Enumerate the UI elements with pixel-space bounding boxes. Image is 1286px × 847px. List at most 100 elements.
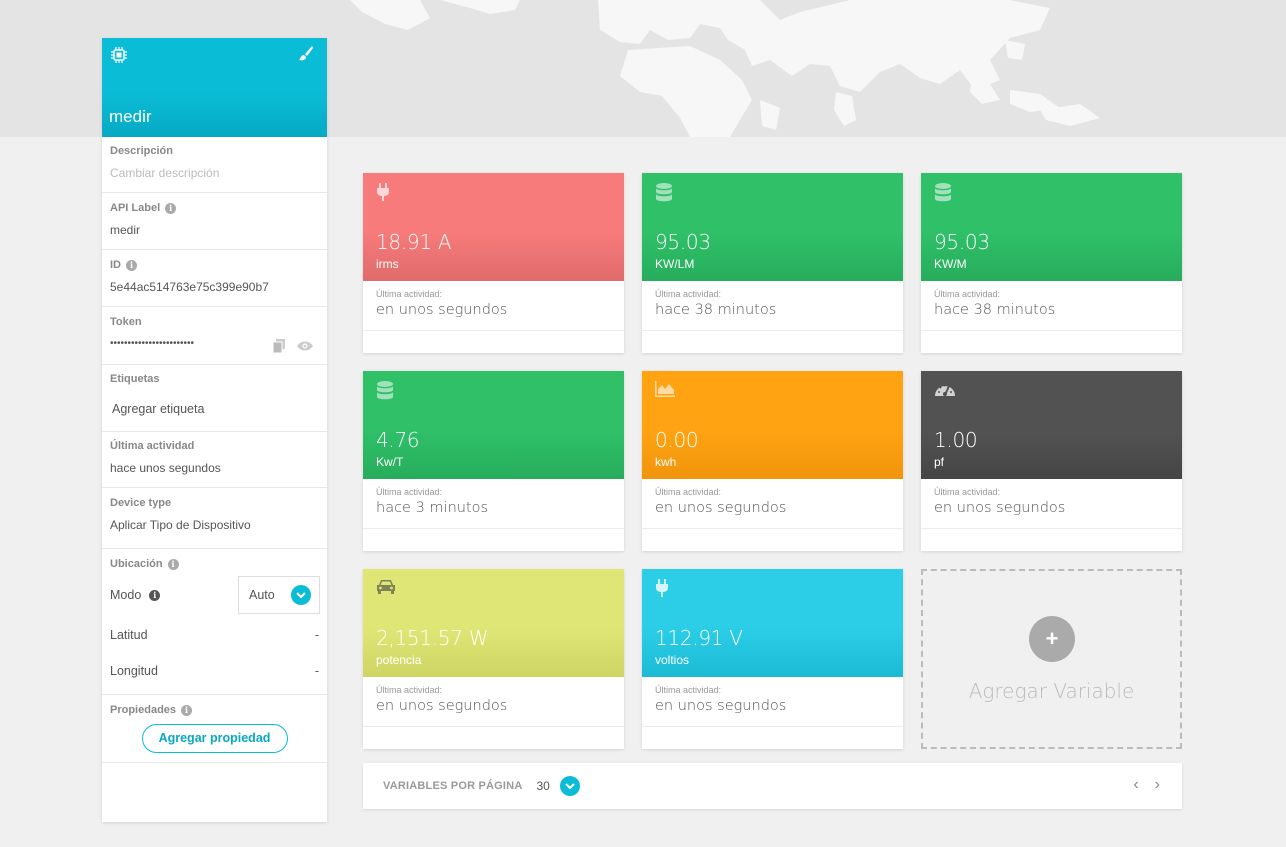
variable-card[interactable]: 1.00 pf Última actividad: en unos segund… [921,371,1182,551]
eye-icon[interactable] [297,341,313,351]
add-property-button[interactable]: Agregar propiedad [141,724,288,753]
last-activity-label: Última actividad [110,440,195,452]
variable-card[interactable]: 2,151.57 W potencia Última actividad: en… [363,569,624,749]
last-activity-value: en unos segundos [655,500,787,516]
device-type-field: Device type Aplicar Tipo de Dispositivo [102,488,327,549]
longitude-value: - [314,664,319,678]
add-variable-label: Agregar Variable [968,679,1135,703]
last-activity-label: Última actividad: [934,289,1001,299]
last-activity-value: hace unos segundos [110,461,221,475]
variable-value: 112.91 V [655,626,743,650]
info-icon[interactable]: i [126,259,137,271]
plug-icon [377,183,389,201]
tags-label: Etiquetas [110,373,160,385]
copy-icon[interactable] [273,339,285,353]
api-label-field: API Label i medir [102,193,327,250]
info-icon[interactable]: i [167,558,179,570]
location-field: Ubicación i Modo i Auto Latitud - Longitu… [102,549,327,695]
last-activity-value: en unos segundos [934,500,1066,516]
area-chart-icon [655,381,675,397]
variable-card[interactable]: 0.00 kwh Última actividad: en unos segun… [642,371,903,551]
id-value: 5e44ac514763e75c399e90b7 [110,280,269,294]
add-tag-input[interactable]: Agregar etiqueta [110,402,319,416]
plus-icon[interactable]: + [1029,616,1075,662]
last-activity-value: en unos segundos [376,698,508,714]
database-icon [656,183,672,202]
gauge-icon [935,384,955,396]
info-icon[interactable]: i [165,202,177,214]
variable-card[interactable]: 95.03 KW/M Última actividad: hace 38 min… [921,173,1182,353]
last-activity-value: en unos segundos [655,698,787,714]
prev-page-button[interactable]: ‹ [1133,776,1138,794]
variable-card[interactable]: 112.91 V voltios Última actividad: en un… [642,569,903,749]
last-activity-label: Última actividad: [934,487,1001,497]
tags-field: Etiquetas Agregar etiqueta [102,365,327,432]
database-icon [377,381,393,400]
variable-name: irms [376,257,399,271]
api-label-value[interactable]: medir [110,223,319,237]
token-label: Token [110,316,142,328]
variable-value: 18.91 A [376,230,452,254]
device-header: medir [102,38,327,137]
car-icon [377,580,395,594]
variable-value: 4.76 [376,428,420,452]
mode-select[interactable]: Auto [238,576,320,614]
variable-name: voltios [655,653,690,667]
device-sidebar: medir Descripción Cambiar descripción AP… [102,38,327,822]
api-label-label: API Label [110,202,161,214]
mode-label: Modo [110,588,142,602]
chevron-down-icon[interactable] [559,776,580,796]
per-page-label: VARIABLES POR PÁGINA [383,780,523,792]
variable-card[interactable]: 95.03 KW/LM Última actividad: hace 38 mi… [642,173,903,353]
variable-card[interactable]: 18.91 A irms Última actividad: en unos s… [363,173,624,353]
location-label: Ubicación [110,558,163,570]
description-input[interactable]: Cambiar descripción [110,166,319,180]
variable-name: KW/LM [655,257,695,271]
next-page-button[interactable]: › [1155,776,1160,794]
apply-device-type-link[interactable]: Aplicar Tipo de Dispositivo [110,518,319,532]
variable-value: 0.00 [655,428,699,452]
latitude-label: Latitud [110,628,148,642]
variable-value: 95.03 [655,230,711,254]
id-field: ID i 5e44ac514763e75c399e90b7 [102,250,327,307]
description-label: Descripción [110,145,173,157]
token-field: Token •••••••••••••••••••••••• [102,307,327,365]
pagination-bar: VARIABLES POR PÁGINA 30 ‹ › [363,763,1182,809]
database-icon [935,183,951,202]
last-activity-label: Última actividad: [376,289,443,299]
paint-brush-icon[interactable] [299,46,313,62]
last-activity-label: Última actividad: [655,289,722,299]
info-icon[interactable]: i [181,704,193,716]
variable-value: 95.03 [934,230,990,254]
chip-icon [111,47,127,63]
device-name: medir [109,107,152,126]
properties-label: Propiedades [110,704,177,716]
last-activity-value: hace 3 minutos [376,500,489,516]
per-page-value[interactable]: 30 [536,779,549,793]
chevron-down-icon[interactable] [291,585,311,605]
variable-value: 1.00 [934,428,978,452]
last-activity-field: Última actividad hace unos segundos [102,432,327,488]
description-field: Descripción Cambiar descripción [102,137,327,193]
add-variable-card[interactable]: + Agregar Variable [921,569,1182,749]
last-activity-label: Última actividad: [376,487,443,497]
longitude-label: Longitud [110,664,158,678]
device-type-label: Device type [110,497,172,509]
properties-field: Propiedades i Agregar propiedad [102,695,327,763]
plug-icon [656,579,668,597]
last-activity-label: Última actividad: [655,487,722,497]
last-activity-value: en unos segundos [376,302,508,318]
last-activity-label: Última actividad: [376,685,443,695]
variable-name: KW/M [934,257,967,271]
variable-name: potencia [376,653,422,667]
mode-select-value: Auto [249,588,275,602]
latitude-value: - [314,628,319,642]
info-icon[interactable]: i [149,589,161,601]
variable-card[interactable]: 4.76 Kw/T Última actividad: hace 3 minut… [363,371,624,551]
last-activity-value: hace 38 minutos [934,302,1056,318]
variable-name: pf [934,455,945,469]
last-activity-value: hace 38 minutos [655,302,777,318]
variable-value: 2,151.57 W [376,626,489,650]
variable-name: kwh [655,455,677,469]
last-activity-label: Última actividad: [655,685,722,695]
